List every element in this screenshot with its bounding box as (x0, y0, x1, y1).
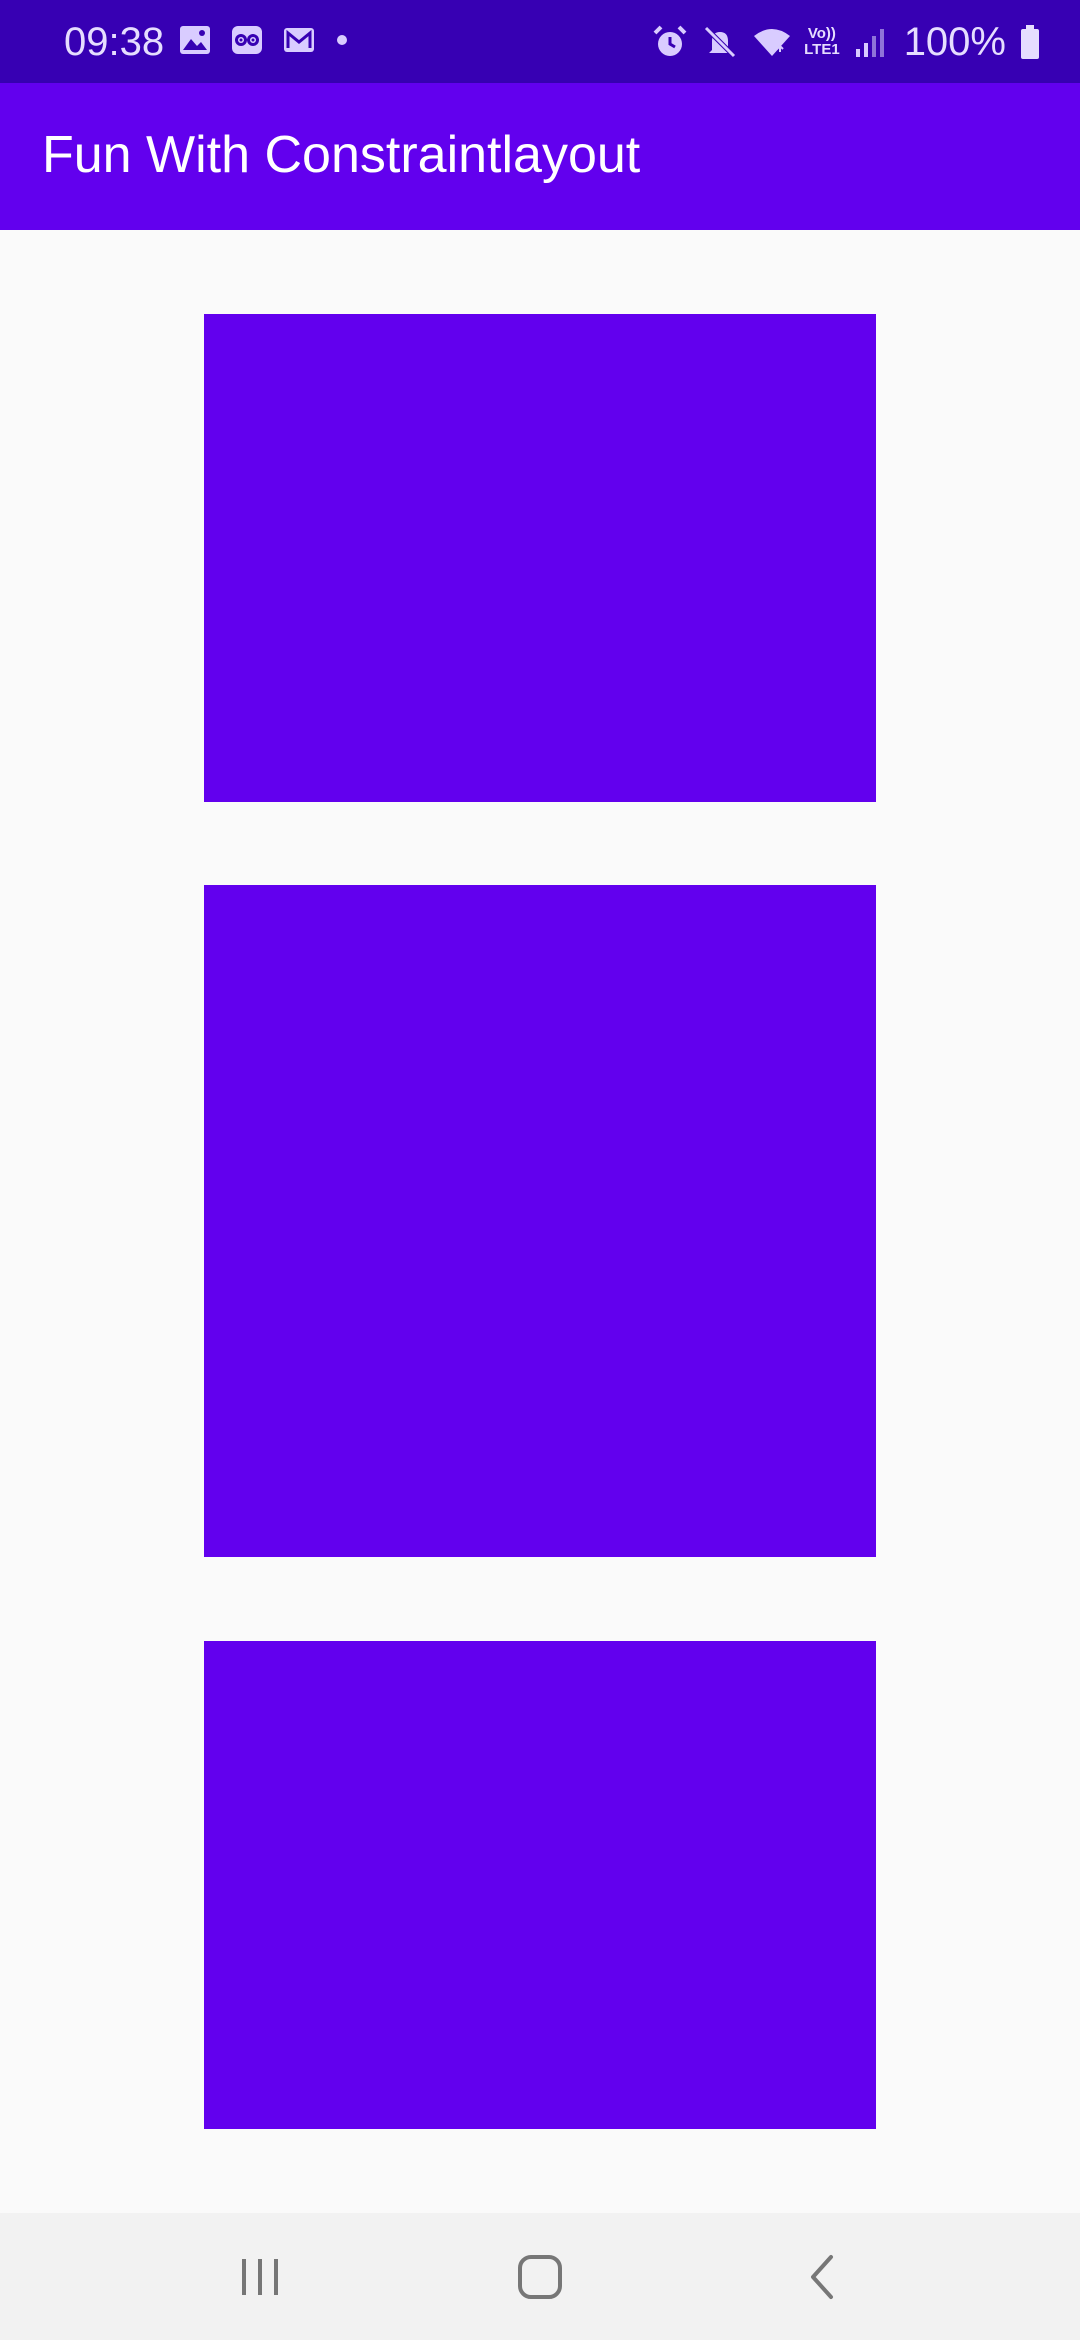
recents-icon (242, 2259, 278, 2295)
notification-dot-icon (337, 35, 347, 45)
tripadvisor-icon (232, 26, 262, 54)
gmail-icon (284, 28, 314, 52)
home-button[interactable] (490, 2241, 590, 2313)
box-bottom (204, 1641, 876, 2129)
navigation-bar (0, 2213, 1080, 2340)
status-bar: 09:38 Vo)) LTE1 100% (0, 0, 1080, 83)
mute-icon (704, 26, 736, 58)
gallery-icon (180, 26, 210, 54)
recents-button[interactable] (210, 2241, 310, 2313)
volte-indicator: Vo)) LTE1 (804, 25, 840, 58)
signal-icon (855, 29, 884, 57)
constraint-layout-content (0, 230, 1080, 2213)
notification-icons (178, 23, 368, 57)
battery-percent: 100% (903, 19, 1006, 64)
back-icon (811, 2255, 833, 2299)
home-icon (518, 2255, 562, 2299)
box-top (204, 314, 876, 802)
status-time: 09:38 (64, 20, 165, 64)
box-middle (204, 885, 876, 1557)
back-button[interactable] (772, 2241, 872, 2313)
battery-icon (1021, 25, 1039, 59)
system-status-icons: Vo)) LTE1 100% (638, 16, 1040, 68)
app-title: Fun With Constraintlayout (42, 126, 641, 184)
wifi-icon (754, 29, 791, 56)
app-bar: Fun With Constraintlayout (0, 83, 1080, 230)
alarm-icon (653, 25, 687, 56)
